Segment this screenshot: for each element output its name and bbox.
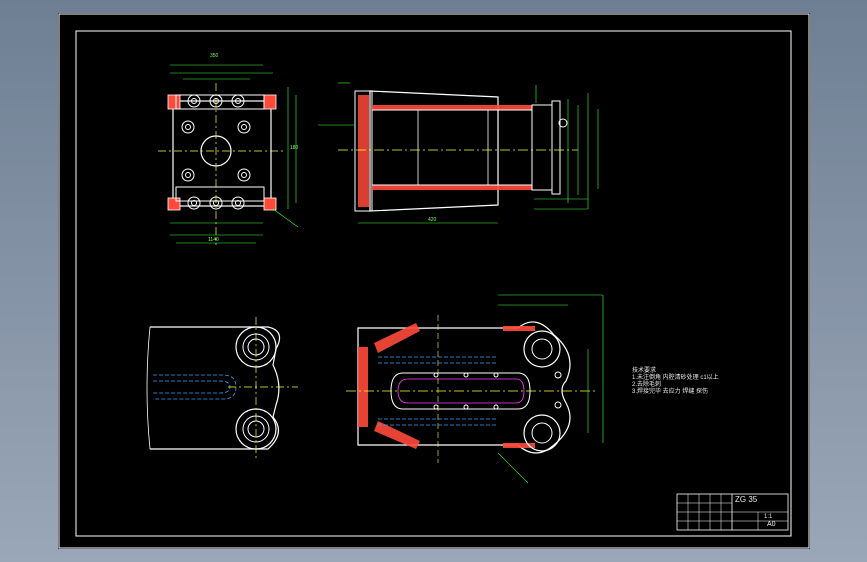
title-sheet-size: A0 — [767, 521, 776, 528]
dim-top-width: 350 — [210, 53, 219, 59]
notes-heading: 技术要求 — [632, 368, 657, 374]
cad-viewport[interactable]: 350 180 420 1140 技术要求 1.未注倒角 内腔清砂处理 c1以上… — [58, 13, 810, 549]
dim-bottom-length: 1140 — [208, 237, 219, 243]
notes-line-2: 2.去除毛刺 — [632, 382, 662, 388]
title-material: ZG 35 — [735, 495, 758, 504]
dim-side-length: 420 — [428, 217, 437, 223]
title-scale: 1:1 — [764, 514, 773, 520]
technical-notes: 技术要求 1.未注倒角 内腔清砂处理 c1以上 2.去除毛刺 3.焊接完毕 去应… — [632, 368, 719, 396]
front-view — [158, 64, 299, 245]
dim-top-height: 180 — [290, 145, 299, 151]
partial-view — [146, 317, 298, 459]
plan-view — [346, 294, 604, 484]
side-section-view — [318, 82, 599, 224]
notes-line-3: 3.焊接完毕 去应力 焊缝 探伤 — [632, 389, 709, 395]
cad-drawing — [58, 13, 810, 549]
notes-line-1: 1.未注倒角 内腔清砂处理 c1以上 — [632, 375, 719, 381]
